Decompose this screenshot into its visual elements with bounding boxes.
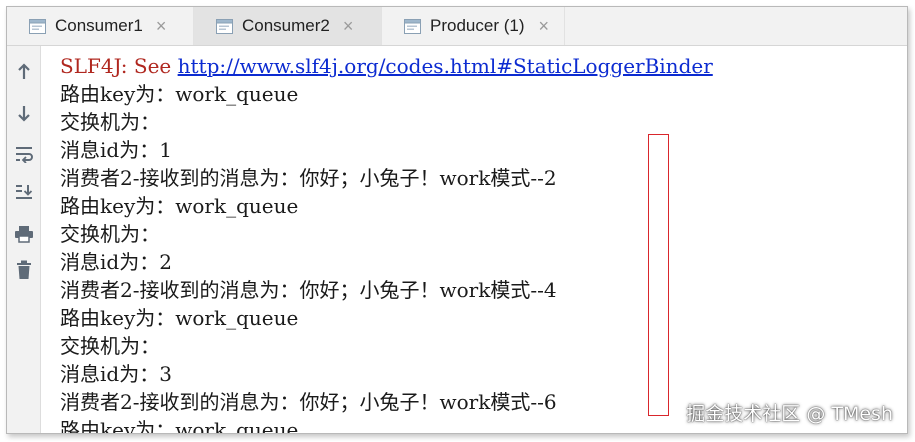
console-icon: [29, 18, 46, 34]
console-icon: [216, 18, 233, 34]
tab-producer[interactable]: Producer (1) ×: [382, 7, 565, 45]
tab-consumer2[interactable]: Consumer2 ×: [194, 7, 382, 45]
console-line: 消费者2-接收到的消息为：你好；小兔子！work模式--6: [60, 390, 557, 414]
console-line: 路由key为：work_queue: [60, 194, 299, 218]
console-line: 路由key为：work_queue: [60, 82, 299, 106]
arrow-up-icon[interactable]: [7, 59, 40, 85]
print-icon[interactable]: [7, 221, 40, 247]
slf4j-warning-text: SLF4J: See: [60, 54, 178, 78]
console-line: 消息id为：3: [60, 362, 172, 386]
console-line: 消费者2-接收到的消息为：你好；小兔子！work模式--2: [60, 166, 557, 190]
console-icon: [404, 18, 421, 34]
scroll-to-end-icon[interactable]: [7, 179, 40, 205]
console-line: 路由key为：work_queue: [60, 306, 299, 330]
tab-consumer1[interactable]: Consumer1 ×: [7, 7, 194, 45]
console-line: 交换机为：: [60, 334, 160, 358]
console-line-slf4j: SLF4J: See http://www.slf4j.org/codes.ht…: [60, 52, 713, 80]
console-toolbar: [7, 46, 41, 433]
console-line: 消息id为：1: [60, 138, 172, 162]
highlight-box: [648, 134, 669, 416]
console-line: 交换机为：: [60, 110, 160, 134]
tab-label: Consumer1: [55, 16, 143, 35]
close-icon[interactable]: ×: [156, 17, 167, 35]
console-window: Consumer1 × Consumer2 × Producer (1) × S…: [6, 6, 908, 434]
arrow-down-icon[interactable]: [7, 100, 40, 126]
watermark: 掘金技术社区 @ TMesh: [686, 403, 893, 425]
console-output[interactable]: SLF4J: See http://www.slf4j.org/codes.ht…: [41, 46, 907, 433]
tab-bar: Consumer1 × Consumer2 × Producer (1) ×: [7, 7, 907, 46]
soft-wrap-icon[interactable]: [7, 141, 40, 167]
console-line: 消息id为：2: [60, 250, 172, 274]
console-line: 消费者2-接收到的消息为：你好；小兔子！work模式--4: [60, 278, 557, 302]
slf4j-link[interactable]: http://www.slf4j.org/codes.html#StaticLo…: [178, 54, 713, 78]
console-line: 交换机为：: [60, 222, 160, 246]
trash-icon[interactable]: [7, 257, 40, 283]
console-line: 路由key为：work_queue: [60, 418, 299, 433]
tab-label: Consumer2: [242, 16, 330, 35]
tab-label: Producer (1): [430, 16, 525, 35]
close-icon[interactable]: ×: [343, 17, 354, 35]
close-icon[interactable]: ×: [538, 17, 549, 35]
